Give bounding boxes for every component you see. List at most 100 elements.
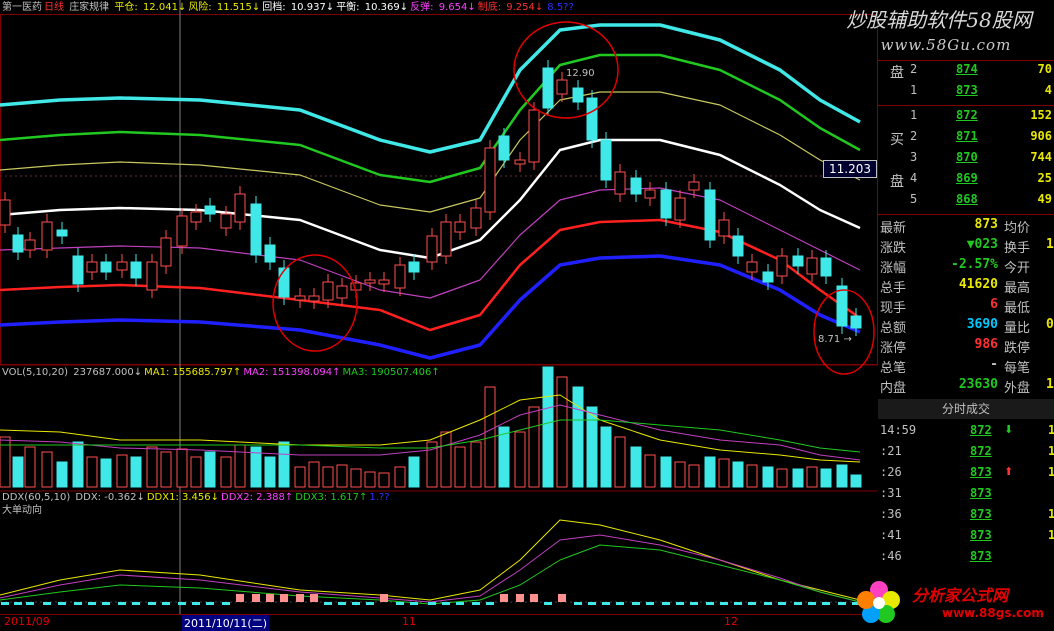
ddx-bar	[324, 602, 332, 605]
candle-body	[660, 189, 672, 219]
ddx-bar	[442, 602, 450, 605]
stat-label: 最低	[1004, 301, 1031, 316]
stat-label: 内盘	[880, 381, 907, 396]
stat-value: 23630	[958, 377, 998, 392]
volume-bar	[220, 456, 232, 488]
quote-panel: 盘 2 874 70 1 873 4 1 872 152 买 2 871 906 3 870 744 盘 4 869 2…	[878, 60, 1054, 628]
stat-label: 外盘	[1004, 381, 1031, 396]
date-axis: 2011/09 2011/10/11(二) 11 12	[0, 614, 878, 631]
orderbook-side: 盘	[890, 65, 904, 81]
chart-area[interactable]: 12.90 8.71 → 第一医药 日线 庄家规律 平仓: 12.041↓ 风险: 1…	[0, 0, 878, 631]
ddx-bar	[822, 602, 830, 605]
volume-bar	[440, 431, 452, 488]
quote-stat-row: 总额 3690 量比 0.	[878, 317, 1054, 337]
candle-body	[850, 315, 862, 329]
orderbook-row[interactable]: 5 868 49	[878, 192, 1054, 213]
orderbook-row[interactable]: 盘 2 874 70	[878, 62, 1054, 83]
volume-bar	[820, 468, 832, 488]
volume-bar	[718, 458, 730, 488]
candle-body	[72, 255, 84, 285]
candle-body	[190, 211, 202, 223]
ddx-bar	[1, 602, 9, 605]
kline-chart-svg[interactable]: 12.90 8.71 →	[0, 0, 878, 628]
tick-row: :36 873 1	[878, 507, 1054, 528]
orderbook-volume: 152	[1030, 108, 1052, 122]
main-header-label: 回档:	[262, 2, 289, 13]
ddx-bar	[43, 602, 51, 605]
ddx-bar	[500, 594, 508, 602]
candle-body	[542, 67, 554, 109]
volume-bar	[160, 451, 172, 488]
stat-label: 总手	[880, 281, 907, 296]
orderbook-row[interactable]: 1 873 4	[878, 83, 1054, 104]
tick-price: 873	[970, 486, 992, 500]
volume-bar	[204, 451, 216, 488]
orderbook-row[interactable]: 3 870 744	[878, 150, 1054, 171]
stat-value: 3690	[966, 317, 998, 332]
volume-bar	[322, 466, 334, 488]
stat-value: 41620	[958, 277, 998, 292]
stat-label: 今开	[1004, 261, 1031, 276]
orderbook-side: 盘	[890, 174, 904, 190]
candle-body	[440, 221, 452, 257]
tick-row: :41 873 1	[878, 528, 1054, 549]
tick-row: :26 873 ⬆ 12	[878, 465, 1054, 486]
stat-label: 最新	[880, 221, 907, 236]
tick-time: :31	[880, 486, 902, 500]
ddx-bar	[734, 602, 742, 605]
stat-label: 现手	[880, 301, 907, 316]
candle-body	[220, 213, 232, 229]
quote-stat-row: 总笔 - 每笔	[878, 357, 1054, 377]
tick-time: :46	[880, 549, 902, 563]
volume-bar	[572, 386, 584, 488]
ddx-bar	[558, 594, 566, 602]
ddx-bar	[472, 602, 480, 605]
orderbook-row[interactable]: 盘 4 869 25	[878, 171, 1054, 192]
price-tag: 11.203	[823, 160, 877, 178]
ddx-bar	[516, 594, 524, 602]
volume-bar	[116, 454, 128, 488]
ddx-bar	[706, 602, 714, 605]
tick-volume: 1	[1048, 507, 1054, 521]
tick-time: :41	[880, 528, 902, 542]
ticks-title[interactable]: 分时成交	[878, 399, 1054, 419]
volume-bar	[336, 464, 348, 488]
ddx-bar	[396, 602, 404, 605]
candle-body	[688, 181, 700, 191]
candle-body	[776, 255, 788, 277]
volume-bar	[762, 466, 774, 488]
volume-bar	[264, 456, 276, 488]
candle-body	[130, 261, 142, 279]
stat-value: 986	[974, 337, 998, 352]
candle-body	[514, 159, 526, 165]
volume-bar	[836, 464, 848, 488]
stat-label: 总额	[880, 321, 907, 336]
orderbook-volume: 49	[1037, 192, 1052, 206]
stat-label: 涨跌	[880, 241, 907, 256]
stat-label: 均价	[1004, 221, 1031, 236]
candle-body	[732, 235, 744, 257]
orderbook-row[interactable]: 1 872 152	[878, 108, 1054, 129]
band-line	[0, 53, 861, 184]
ddx-bar	[646, 602, 654, 605]
vol-prefix: VOL(5,10,20)	[2, 367, 69, 378]
candle-body	[704, 189, 716, 241]
volume-bar	[408, 456, 420, 488]
candle-body	[12, 234, 24, 253]
stock-name: 第一医药	[2, 2, 42, 13]
ddx-bar	[410, 602, 418, 605]
ddx-line	[0, 534, 861, 603]
band-line	[0, 254, 861, 360]
orderbook-volume: 906	[1030, 129, 1052, 143]
candle-body	[674, 197, 686, 221]
ddx-bar	[74, 602, 82, 605]
orderbook-row[interactable]: 买 2 871 906	[878, 129, 1054, 150]
main-header-item: 8.5??	[547, 2, 574, 13]
tick-volume: 1	[1048, 528, 1054, 542]
candle-body	[278, 267, 290, 298]
main-header-label: 风险:	[188, 2, 215, 13]
candle-body	[41, 221, 53, 251]
volume-bar	[294, 466, 306, 488]
tick-price: 872	[970, 423, 992, 437]
date-label: 2011/09	[4, 615, 50, 628]
